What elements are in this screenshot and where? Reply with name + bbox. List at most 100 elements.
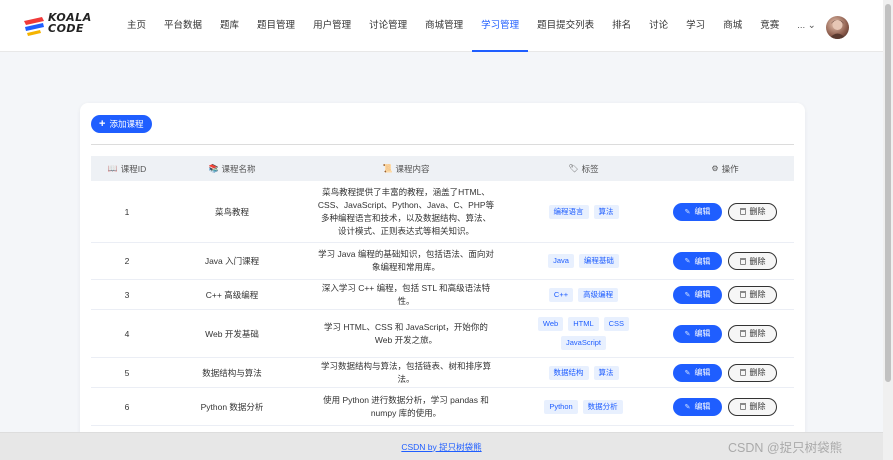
nav-item-10[interactable]: 讨论: [640, 0, 677, 52]
pencil-icon: ✎: [684, 208, 691, 216]
edit-label: 编辑: [694, 368, 711, 377]
actions-cell: ✎ 编辑 删除: [656, 310, 794, 357]
course-id: 4: [124, 328, 130, 339]
nav-item-2[interactable]: 题库: [211, 0, 248, 52]
course-name: 菜鸟教程: [214, 206, 249, 217]
nav-item-9[interactable]: 排名: [603, 0, 640, 52]
row-actions: ✎ 编辑 删除: [673, 285, 777, 304]
pencil-icon: ✎: [684, 369, 691, 377]
logo-icon: [24, 17, 44, 36]
footer-link[interactable]: CSDN by 捉只树袋熊: [401, 441, 481, 453]
nav-item-7[interactable]: 学习管理: [472, 0, 529, 52]
nav-item-1[interactable]: 平台数据: [155, 0, 211, 52]
course-tag: 编程语言: [548, 204, 589, 219]
delete-button[interactable]: 删除: [728, 202, 777, 221]
header-label: 课程名称: [221, 163, 256, 174]
table-row: 5 数据结构与算法 学习数据结构与算法，包括链表、树和排序算法。 数据结构 算法 ✎ 编辑 删…: [91, 358, 794, 388]
course-management-card: + 添加课程 📖 课程ID 📚 课程名称 📜 课程内容 🏷 标签 ⚙ 操作 1 …: [80, 103, 805, 443]
edit-button[interactable]: ✎ 编辑: [673, 363, 722, 382]
nav-item-3[interactable]: 题目管理: [248, 0, 304, 52]
course-name: 数据结构与算法: [202, 367, 262, 378]
main-nav: 主页 平台数据 题库 题目管理 用户管理 讨论管理 商城管理 学习管理 题目提交列表 排名 讨论 学习…: [118, 0, 825, 52]
delete-button[interactable]: 删除: [728, 397, 777, 416]
row-actions: ✎ 编辑 删除: [673, 397, 777, 416]
pencil-icon: ✎: [684, 291, 691, 299]
logo[interactable]: KOALA CODE: [22, 11, 106, 43]
course-tags-cell: 数据结构 算法: [511, 358, 656, 387]
course-name: Web 开发基础: [205, 328, 259, 339]
edit-label: 编辑: [694, 290, 711, 299]
nav-item-5[interactable]: 讨论管理: [360, 0, 416, 52]
course-description: 菜鸟教程提供了丰富的教程，涵盖了HTML、CSS、JavaScript、Pyth…: [317, 186, 495, 236]
course-description: 学习 HTML、CSS 和 JavaScript，开始你的 Web 开发之旅。: [324, 321, 488, 345]
edit-button[interactable]: ✎ 编辑: [673, 285, 722, 304]
row-actions: ✎ 编辑 删除: [673, 252, 777, 270]
nav-item-12[interactable]: 商城: [714, 0, 751, 52]
tag-icon: 🏷: [568, 164, 579, 173]
course-table: 📖 课程ID 📚 课程名称 📜 课程内容 🏷 标签 ⚙ 操作 1 菜鸟教程 菜鸟教程…: [91, 156, 794, 426]
edit-button[interactable]: ✎ 编辑: [673, 252, 722, 270]
plus-icon: +: [99, 118, 106, 130]
scrollbar[interactable]: [883, 0, 893, 460]
edit-label: 编辑: [694, 207, 711, 216]
tag-list: C++ 高级编程: [537, 287, 630, 302]
pencil-icon: ✎: [684, 330, 691, 338]
avatar-image: [829, 20, 846, 39]
course-name: Java 入门课程: [204, 256, 260, 266]
course-tags-cell: 编程语言 算法: [511, 181, 656, 242]
edit-label: 编辑: [694, 256, 711, 266]
header-actions: ⚙ 操作: [656, 156, 794, 181]
add-course-button[interactable]: + 添加课程: [91, 115, 153, 133]
course-tags-cell: Java 编程基础: [511, 243, 656, 279]
row-actions: ✎ 编辑 删除: [673, 324, 777, 343]
edit-button[interactable]: ✎ 编辑: [673, 397, 722, 416]
table-row: 2 Java 入门课程 学习 Java 编程的基础知识，包括语法、面向对象编程和常用…: [91, 243, 794, 280]
course-id: 2: [124, 256, 130, 266]
tag-list: Web HTML CSS JavaScript: [511, 317, 656, 350]
course-tag: HTML: [568, 317, 599, 331]
row-actions: ✎ 编辑 删除: [673, 202, 777, 221]
nav-item-6[interactable]: 商城管理: [416, 0, 472, 52]
nav-item-13[interactable]: 竞赛: [751, 0, 788, 52]
tag-list: Java 编程基础: [536, 254, 631, 268]
delete-button[interactable]: 删除: [728, 252, 777, 270]
table-body: 1 菜鸟教程 菜鸟教程提供了丰富的教程，涵盖了HTML、CSS、JavaScript…: [91, 181, 794, 426]
book-icon: 📖: [107, 164, 118, 173]
header-course-id: 📖 课程ID: [91, 156, 163, 181]
trash-icon: [739, 257, 746, 265]
trash-icon: [739, 330, 746, 337]
top-navbar: KOALA CODE 主页 平台数据 题库 题目管理 用户管理 讨论管理 商城管理 学习管理题…: [0, 0, 883, 52]
add-course-label: 添加课程: [109, 119, 144, 129]
course-description: 深入学习 C++ 编程，包括 STL 和高级语法特性。: [321, 282, 491, 306]
course-tag: Web: [537, 317, 564, 331]
nav-item-11[interactable]: 学习: [677, 0, 714, 52]
course-id: 5: [124, 367, 130, 378]
course-tag: 编程基础: [578, 254, 619, 268]
nav-item-8[interactable]: 题目提交列表: [528, 0, 603, 52]
delete-label: 删除: [749, 368, 766, 377]
edit-button[interactable]: ✎ 编辑: [673, 202, 722, 221]
course-name: Python 数据分析: [200, 401, 264, 412]
nav-more-dropdown[interactable]: ... ⌄: [788, 0, 825, 52]
delete-button[interactable]: 删除: [728, 324, 777, 343]
course-tag: Python: [544, 399, 578, 414]
course-name: C++ 高级编程: [205, 289, 259, 300]
actions-cell: ✎ 编辑 删除: [656, 388, 794, 425]
header-label: 课程ID: [120, 163, 147, 174]
row-actions: ✎ 编辑 删除: [673, 363, 777, 382]
nav-item-0[interactable]: 主页: [118, 0, 155, 52]
books-icon: 📚: [208, 164, 219, 173]
edit-button[interactable]: ✎ 编辑: [673, 324, 722, 343]
header-course-name: 📚 课程名称: [163, 156, 301, 181]
delete-button[interactable]: 删除: [728, 363, 777, 382]
course-id: 1: [124, 206, 130, 217]
delete-button[interactable]: 删除: [728, 285, 777, 304]
avatar[interactable]: [826, 16, 849, 39]
actions-cell: ✎ 编辑 删除: [656, 280, 794, 309]
course-tags-cell: Python 数据分析: [511, 388, 656, 425]
edit-label: 编辑: [694, 329, 711, 338]
scrollbar-thumb[interactable]: [885, 4, 891, 382]
divider: [91, 144, 794, 145]
nav-item-4[interactable]: 用户管理: [304, 0, 360, 52]
course-tag: C++: [548, 287, 574, 302]
